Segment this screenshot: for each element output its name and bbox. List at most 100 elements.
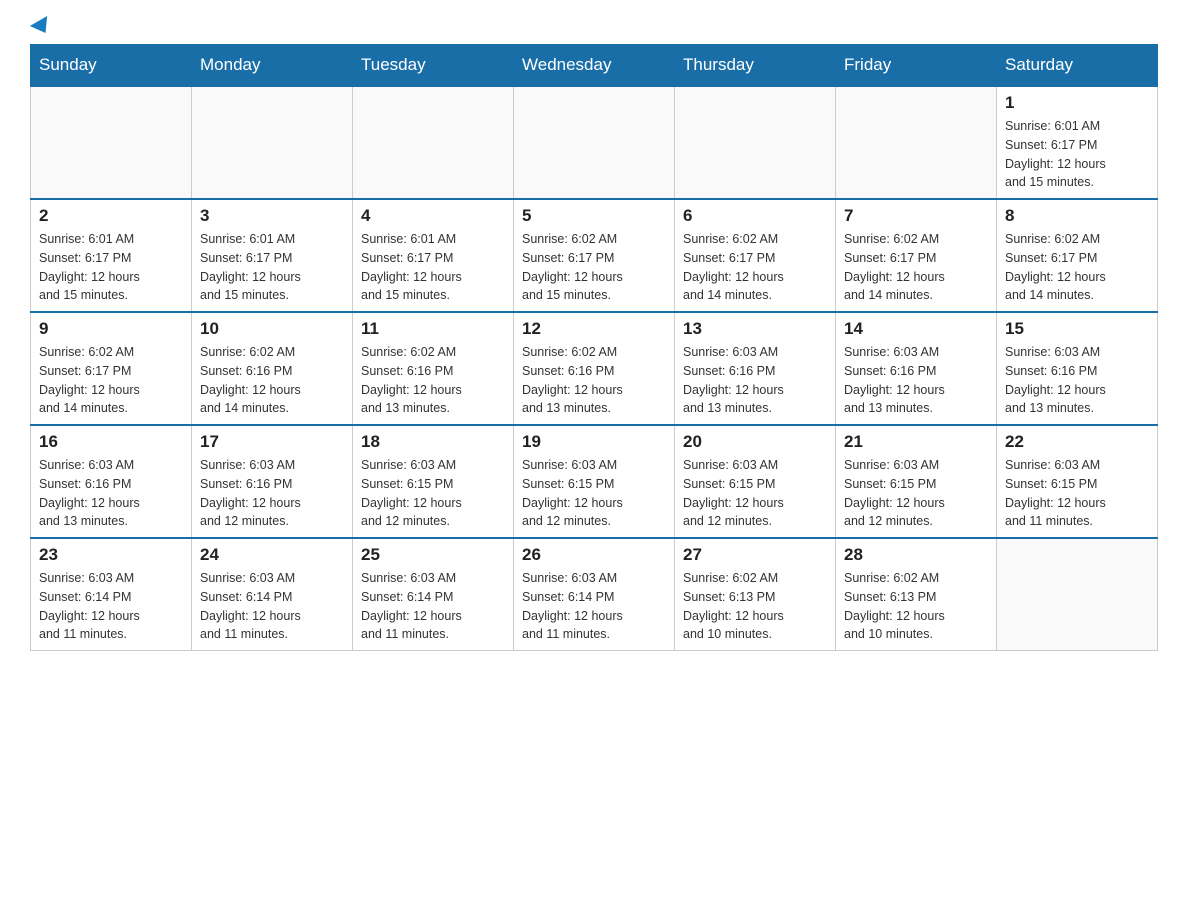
- weekday-header-saturday: Saturday: [997, 45, 1158, 87]
- day-number: 5: [522, 206, 666, 226]
- day-number: 8: [1005, 206, 1149, 226]
- day-info: Sunrise: 6:01 AMSunset: 6:17 PMDaylight:…: [361, 230, 505, 305]
- day-number: 26: [522, 545, 666, 565]
- day-info: Sunrise: 6:03 AMSunset: 6:16 PMDaylight:…: [1005, 343, 1149, 418]
- day-info: Sunrise: 6:02 AMSunset: 6:13 PMDaylight:…: [683, 569, 827, 644]
- day-number: 11: [361, 319, 505, 339]
- weekday-header-wednesday: Wednesday: [514, 45, 675, 87]
- day-number: 9: [39, 319, 183, 339]
- calendar-cell: 8 Sunrise: 6:02 AMSunset: 6:17 PMDaylight…: [997, 199, 1158, 312]
- day-number: 22: [1005, 432, 1149, 452]
- calendar-cell: [997, 538, 1158, 651]
- calendar-cell: 28 Sunrise: 6:02 AMSunset: 6:13 PMDayligh…: [836, 538, 997, 651]
- weekday-header-tuesday: Tuesday: [353, 45, 514, 87]
- day-number: 18: [361, 432, 505, 452]
- day-number: 7: [844, 206, 988, 226]
- logo-triangle-icon: [30, 16, 54, 38]
- day-info: Sunrise: 6:03 AMSunset: 6:14 PMDaylight:…: [522, 569, 666, 644]
- day-info: Sunrise: 6:02 AMSunset: 6:13 PMDaylight:…: [844, 569, 988, 644]
- calendar-cell: 24Sunrise: 6:03 AMSunset: 6:14 PMDayligh…: [192, 538, 353, 651]
- day-info: Sunrise: 6:03 AMSunset: 6:16 PMDaylight:…: [683, 343, 827, 418]
- weekday-header-sunday: Sunday: [31, 45, 192, 87]
- calendar-cell: 27 Sunrise: 6:02 AMSunset: 6:13 PMDayligh…: [675, 538, 836, 651]
- day-number: 20: [683, 432, 827, 452]
- calendar-cell: 17 Sunrise: 6:03 AMSunset: 6:16 PMDayligh…: [192, 425, 353, 538]
- calendar-cell: 7 Sunrise: 6:02 AMSunset: 6:17 PMDaylight…: [836, 199, 997, 312]
- calendar-cell: 1 Sunrise: 6:01 AMSunset: 6:17 PMDaylight…: [997, 86, 1158, 199]
- calendar-cell: 6 Sunrise: 6:02 AMSunset: 6:17 PMDaylight…: [675, 199, 836, 312]
- day-info: Sunrise: 6:03 AMSunset: 6:16 PMDaylight:…: [200, 456, 344, 531]
- calendar-week-5: 23 Sunrise: 6:03 AMSunset: 6:14 PMDayligh…: [31, 538, 1158, 651]
- calendar-cell: 21 Sunrise: 6:03 AMSunset: 6:15 PMDayligh…: [836, 425, 997, 538]
- weekday-header-monday: Monday: [192, 45, 353, 87]
- day-number: 6: [683, 206, 827, 226]
- calendar-cell: 22 Sunrise: 6:03 AMSunset: 6:15 PMDayligh…: [997, 425, 1158, 538]
- day-info: Sunrise: 6:03 AMSunset: 6:16 PMDaylight:…: [844, 343, 988, 418]
- calendar-cell: 18 Sunrise: 6:03 AMSunset: 6:15 PMDayligh…: [353, 425, 514, 538]
- day-info: Sunrise: 6:02 AMSunset: 6:17 PMDaylight:…: [1005, 230, 1149, 305]
- day-number: 12: [522, 319, 666, 339]
- day-info: Sunrise: 6:03 AMSunset: 6:15 PMDaylight:…: [522, 456, 666, 531]
- calendar-cell: 12 Sunrise: 6:02 AMSunset: 6:16 PMDayligh…: [514, 312, 675, 425]
- day-info: Sunrise: 6:02 AMSunset: 6:17 PMDaylight:…: [683, 230, 827, 305]
- calendar-cell: [514, 86, 675, 199]
- day-info: Sunrise: 6:03 AMSunset: 6:14 PMDaylight:…: [361, 569, 505, 644]
- day-info: Sunrise: 6:01 AMSunset: 6:17 PMDaylight:…: [1005, 117, 1149, 192]
- day-number: 19: [522, 432, 666, 452]
- calendar-cell: 14Sunrise: 6:03 AMSunset: 6:16 PMDayligh…: [836, 312, 997, 425]
- calendar-week-1: 1 Sunrise: 6:01 AMSunset: 6:17 PMDaylight…: [31, 86, 1158, 199]
- calendar-week-3: 9 Sunrise: 6:02 AMSunset: 6:17 PMDaylight…: [31, 312, 1158, 425]
- calendar-cell: [353, 86, 514, 199]
- calendar-cell: 3 Sunrise: 6:01 AMSunset: 6:17 PMDaylight…: [192, 199, 353, 312]
- day-number: 2: [39, 206, 183, 226]
- calendar-cell: 5 Sunrise: 6:02 AMSunset: 6:17 PMDaylight…: [514, 199, 675, 312]
- calendar-week-4: 16 Sunrise: 6:03 AMSunset: 6:16 PMDayligh…: [31, 425, 1158, 538]
- weekday-header-thursday: Thursday: [675, 45, 836, 87]
- day-number: 1: [1005, 93, 1149, 113]
- calendar-header-row: SundayMondayTuesdayWednesdayThursdayFrid…: [31, 45, 1158, 87]
- calendar-table: SundayMondayTuesdayWednesdayThursdayFrid…: [30, 44, 1158, 651]
- day-info: Sunrise: 6:03 AMSunset: 6:15 PMDaylight:…: [844, 456, 988, 531]
- day-info: Sunrise: 6:01 AMSunset: 6:17 PMDaylight:…: [39, 230, 183, 305]
- day-info: Sunrise: 6:02 AMSunset: 6:17 PMDaylight:…: [522, 230, 666, 305]
- day-number: 15: [1005, 319, 1149, 339]
- day-info: Sunrise: 6:01 AMSunset: 6:17 PMDaylight:…: [200, 230, 344, 305]
- calendar-cell: 20 Sunrise: 6:03 AMSunset: 6:15 PMDayligh…: [675, 425, 836, 538]
- day-number: 16: [39, 432, 183, 452]
- day-number: 21: [844, 432, 988, 452]
- day-info: Sunrise: 6:02 AMSunset: 6:16 PMDaylight:…: [522, 343, 666, 418]
- day-info: Sunrise: 6:02 AMSunset: 6:17 PMDaylight:…: [39, 343, 183, 418]
- calendar-cell: [192, 86, 353, 199]
- day-info: Sunrise: 6:03 AMSunset: 6:15 PMDaylight:…: [683, 456, 827, 531]
- day-number: 23: [39, 545, 183, 565]
- calendar-cell: 15 Sunrise: 6:03 AMSunset: 6:16 PMDayligh…: [997, 312, 1158, 425]
- day-info: Sunrise: 6:03 AMSunset: 6:14 PMDaylight:…: [39, 569, 183, 644]
- page-header: [30, 20, 1158, 34]
- calendar-cell: 10Sunrise: 6:02 AMSunset: 6:16 PMDayligh…: [192, 312, 353, 425]
- calendar-cell: 13 Sunrise: 6:03 AMSunset: 6:16 PMDayligh…: [675, 312, 836, 425]
- day-info: Sunrise: 6:03 AMSunset: 6:14 PMDaylight:…: [200, 569, 344, 644]
- calendar-cell: 9 Sunrise: 6:02 AMSunset: 6:17 PMDaylight…: [31, 312, 192, 425]
- day-number: 25: [361, 545, 505, 565]
- calendar-cell: 11 Sunrise: 6:02 AMSunset: 6:16 PMDayligh…: [353, 312, 514, 425]
- weekday-header-friday: Friday: [836, 45, 997, 87]
- day-number: 28: [844, 545, 988, 565]
- calendar-cell: [675, 86, 836, 199]
- day-number: 10: [200, 319, 344, 339]
- logo: [30, 20, 52, 34]
- calendar-cell: 26 Sunrise: 6:03 AMSunset: 6:14 PMDayligh…: [514, 538, 675, 651]
- day-info: Sunrise: 6:03 AMSunset: 6:15 PMDaylight:…: [1005, 456, 1149, 531]
- day-number: 3: [200, 206, 344, 226]
- calendar-week-2: 2 Sunrise: 6:01 AMSunset: 6:17 PMDaylight…: [31, 199, 1158, 312]
- day-info: Sunrise: 6:03 AMSunset: 6:15 PMDaylight:…: [361, 456, 505, 531]
- day-info: Sunrise: 6:02 AMSunset: 6:16 PMDaylight:…: [361, 343, 505, 418]
- calendar-cell: 16 Sunrise: 6:03 AMSunset: 6:16 PMDayligh…: [31, 425, 192, 538]
- day-info: Sunrise: 6:03 AMSunset: 6:16 PMDaylight:…: [39, 456, 183, 531]
- calendar-cell: [31, 86, 192, 199]
- day-number: 27: [683, 545, 827, 565]
- day-number: 4: [361, 206, 505, 226]
- day-number: 13: [683, 319, 827, 339]
- calendar-cell: 23 Sunrise: 6:03 AMSunset: 6:14 PMDayligh…: [31, 538, 192, 651]
- day-number: 17: [200, 432, 344, 452]
- day-info: Sunrise: 6:02 AMSunset: 6:17 PMDaylight:…: [844, 230, 988, 305]
